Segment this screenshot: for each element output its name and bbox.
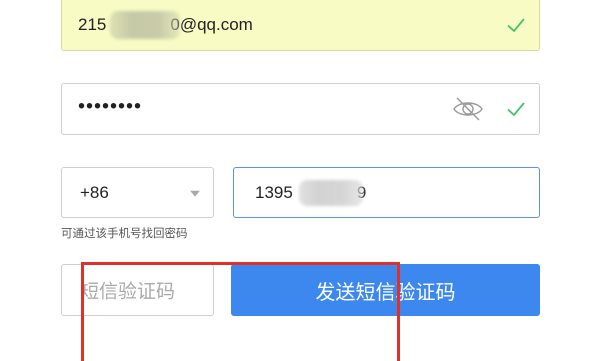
email-redaction — [110, 11, 180, 39]
check-icon — [507, 102, 525, 117]
country-code-value: +86 — [80, 182, 109, 202]
phone-hint: 可通过该手机号找回密码 — [61, 228, 188, 240]
password-field[interactable]: •••••••• — [61, 83, 540, 135]
phone-redaction — [299, 180, 363, 206]
country-code-select[interactable]: +86 — [61, 167, 214, 218]
email-field[interactable]: 215 0@qq.com — [61, 0, 540, 51]
password-value: •••••••• — [78, 95, 143, 118]
check-icon — [507, 18, 525, 33]
chevron-down-icon — [190, 190, 200, 197]
sms-code-placeholder: 短信验证码 — [80, 281, 176, 303]
register-form: 2150@qq.com •••••••• +86 13959 可通过该手机号找回… — [0, 0, 600, 361]
sms-code-input[interactable]: 短信验证码 — [61, 264, 214, 316]
phone-field[interactable]: 13959 — [233, 167, 540, 218]
send-sms-button[interactable]: 发送短信验证码 — [231, 264, 540, 316]
eye-slash-icon[interactable] — [450, 91, 486, 127]
